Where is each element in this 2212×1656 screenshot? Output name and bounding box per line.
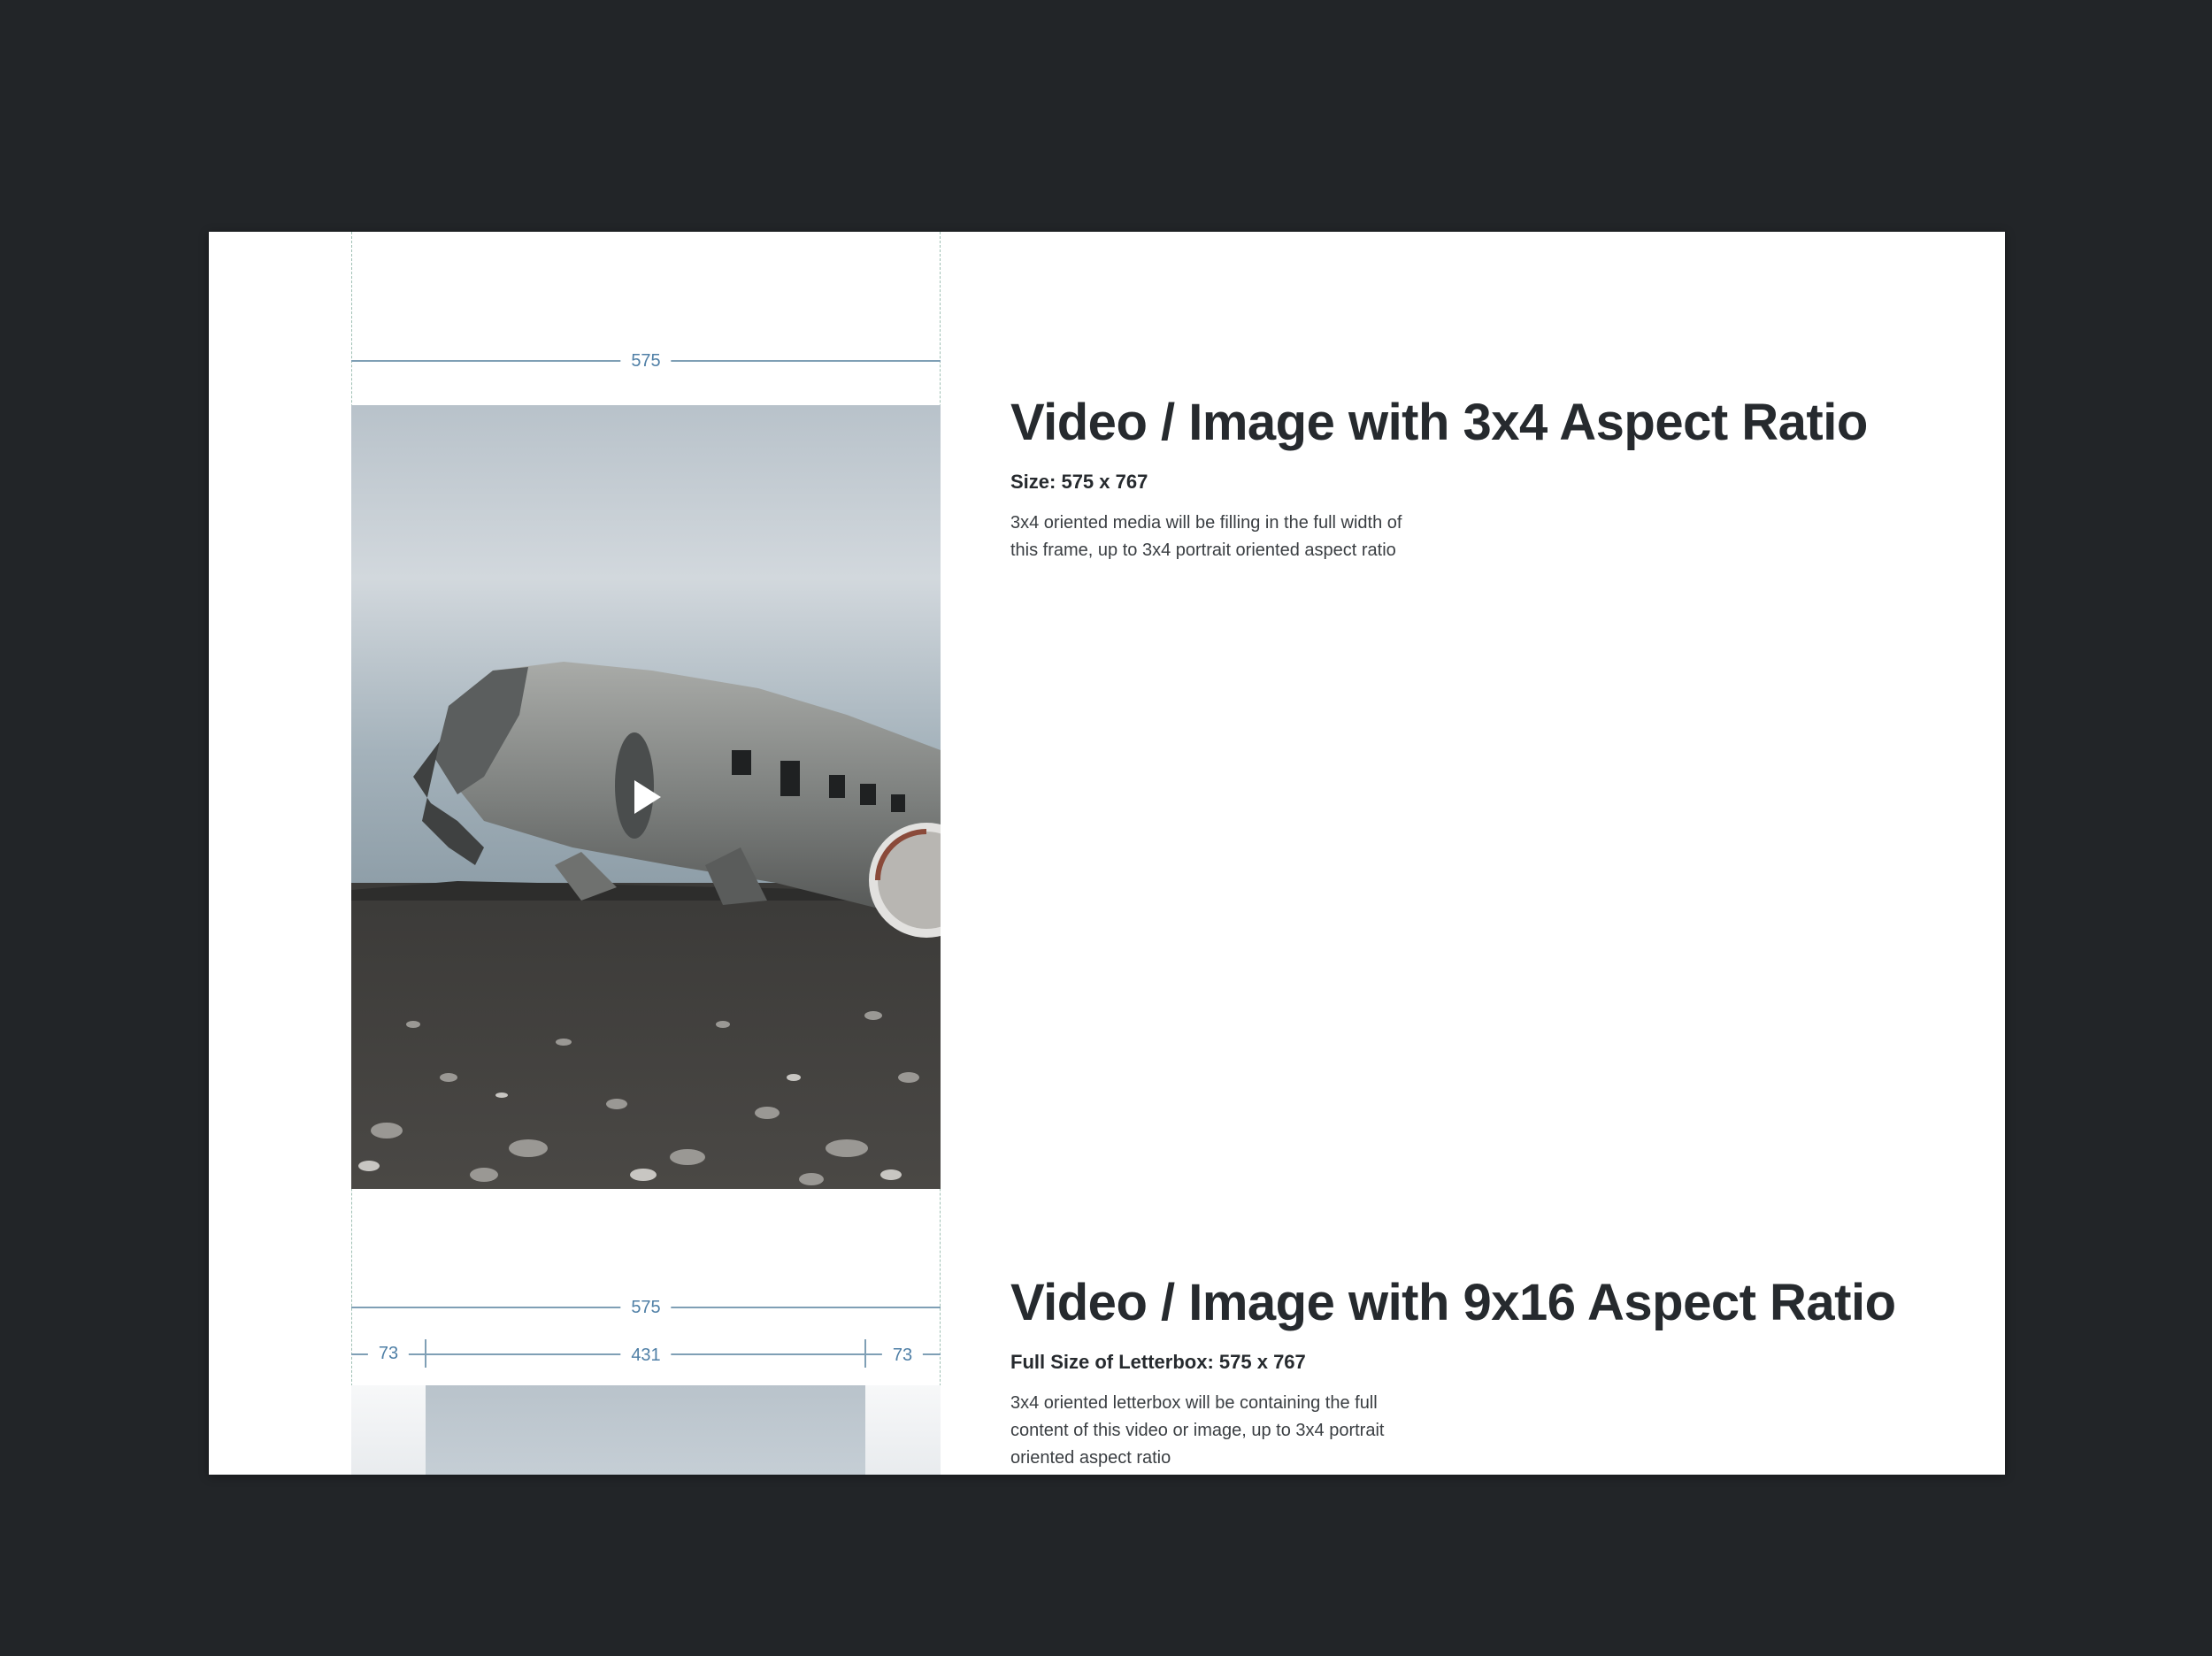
section-title-3x4: Video / Image with 3x4 Aspect Ratio xyxy=(1010,394,1868,451)
play-icon[interactable] xyxy=(624,775,668,819)
spec-card: 575 575 73 431 73 Video / Image with 3x4… xyxy=(209,232,2005,1475)
letterbox-tick-right xyxy=(864,1339,866,1368)
media-preview-3x4[interactable] xyxy=(351,405,941,1189)
section-title-9x16: Video / Image with 9x16 Aspect Ratio xyxy=(1010,1274,1896,1331)
letterbox-media xyxy=(426,1385,865,1475)
letterbox-preview-9x16[interactable] xyxy=(351,1385,941,1475)
letterbox-tick-left xyxy=(425,1339,426,1368)
section-description-9x16: 3x4 oriented letterbox will be containin… xyxy=(1010,1393,1385,1468)
media-width-label: 431 xyxy=(620,1345,672,1366)
section-description-3x4: 3x4 oriented media will be filling in th… xyxy=(1010,513,1402,560)
frame-width-label: 575 xyxy=(620,350,672,372)
section-size-3x4: Size: 575 x 767 xyxy=(1010,471,1148,493)
side-margin-right-label: 73 xyxy=(881,1345,924,1366)
frame-width-label-2: 575 xyxy=(620,1297,672,1318)
section-size-9x16: Full Size of Letterbox: 575 x 767 xyxy=(1010,1351,1306,1373)
side-margin-left-label: 73 xyxy=(367,1343,410,1364)
